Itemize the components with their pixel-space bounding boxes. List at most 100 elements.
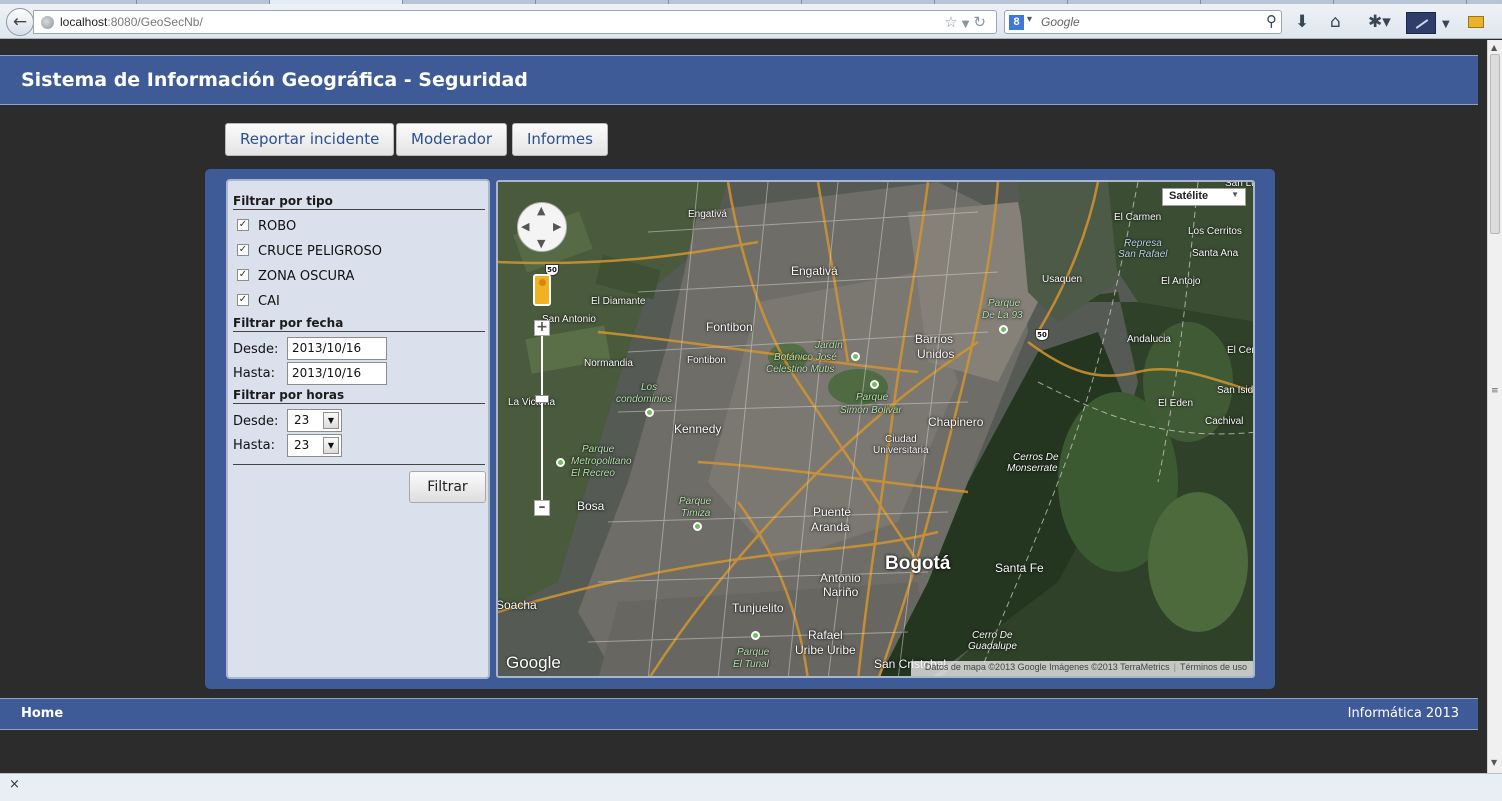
park-marker-icon[interactable] — [851, 352, 860, 361]
vertical-scrollbar[interactable]: ▲ ≡ ▼ — [1487, 40, 1502, 773]
map-label: De La 93 — [982, 310, 1023, 321]
park-marker-icon[interactable] — [556, 458, 565, 467]
park-marker-icon[interactable] — [751, 631, 760, 640]
map-type-select[interactable]: Satélite ▼ — [1162, 188, 1246, 206]
scroll-down-icon[interactable]: ▼ — [1491, 758, 1497, 767]
hours-from-select[interactable]: 23 ▼ — [287, 409, 342, 432]
street-view-pegman-icon[interactable] — [533, 274, 551, 306]
map-label: Los Cerritos — [1188, 226, 1242, 237]
map-label: Chapinero — [928, 415, 984, 429]
map-label: El Eden — [1158, 398, 1194, 409]
reports-button[interactable]: Informes — [512, 123, 608, 156]
map-label: Engativá — [688, 209, 727, 220]
hours-to-select[interactable]: 23 ▼ — [287, 434, 342, 457]
bookmarks-icon[interactable]: ✱▾ — [1368, 12, 1391, 32]
google-logo[interactable]: Google — [506, 653, 561, 673]
divider — [233, 209, 485, 210]
pan-right-icon[interactable]: ▶ — [553, 220, 561, 233]
zoom-in-button[interactable]: + — [534, 320, 550, 336]
status-bar: × — [0, 773, 1502, 801]
map-attribution: Datos de mapa ©2013 Google Imágenes ©201… — [910, 661, 1253, 676]
divider — [233, 464, 485, 465]
page: Sistema de Información Geográfica - Segu… — [0, 40, 1487, 773]
map-label: Kennedy — [674, 422, 722, 436]
map-label: Metropolitano — [571, 456, 632, 467]
browser-toolbar: ← localhost:8080/GeoSecNb/ ☆▼↻ 8 ▾ Googl… — [0, 4, 1502, 39]
checkbox[interactable]: ✓ — [237, 244, 249, 256]
page-title: Sistema de Información Geográfica - Segu… — [21, 69, 528, 91]
date-from-label: Desde: — [233, 342, 279, 357]
divider — [233, 403, 485, 404]
scrollbar-grip: ≡ — [1491, 386, 1499, 396]
map-view[interactable]: Engativá Engativá El Diamante San Antoni… — [496, 180, 1255, 678]
map-label: El Diamante — [591, 296, 646, 307]
park-marker-icon[interactable] — [870, 380, 879, 389]
footer-credit: Informática 2013 — [1347, 706, 1459, 721]
filter-button[interactable]: Filtrar — [409, 471, 486, 503]
map-label: Antonio — [820, 571, 861, 585]
reload-icon[interactable]: ↻ — [973, 13, 990, 31]
zoom-out-button[interactable]: – — [534, 500, 550, 516]
map-label: Usaquen — [1042, 274, 1083, 285]
map-label: Parque — [988, 298, 1021, 309]
map-label: Ciudad — [885, 434, 917, 445]
search-input[interactable]: 8 ▾ Google ⚲ — [1004, 10, 1282, 34]
magnifier-icon[interactable]: ⚲ — [1266, 12, 1277, 30]
moderator-button[interactable]: Moderador — [396, 123, 508, 156]
map-label: El Recreo — [571, 468, 615, 479]
pan-control[interactable]: ▲ ▼ ◀ ▶ — [517, 202, 567, 252]
download-icon[interactable]: ⬇ — [1295, 12, 1309, 32]
zoom-slider-handle[interactable] — [535, 395, 549, 403]
map-label: Uribe Uribe — [795, 643, 856, 657]
checkbox[interactable]: ✓ — [237, 219, 249, 231]
checkbox-label: CRUCE PELIGROSO — [258, 244, 383, 259]
attribution-text: Datos de mapa ©2013 Google Imágenes ©201… — [924, 662, 1170, 672]
filter-hours-title: Filtrar por horas — [233, 388, 345, 402]
date-to-field[interactable]: 2013/10/16 — [287, 362, 387, 385]
close-icon[interactable]: × — [9, 777, 20, 792]
scroll-up-icon[interactable]: ▲ — [1491, 43, 1497, 52]
checkbox[interactable]: ✓ — [237, 269, 249, 281]
park-marker-icon[interactable] — [693, 522, 702, 531]
pan-down-icon[interactable]: ▼ — [537, 237, 545, 250]
chevron-down-icon[interactable]: ▼ — [1442, 15, 1450, 35]
notes-icon[interactable] — [1468, 16, 1484, 28]
map-label: Simon Bolivar — [840, 405, 902, 416]
park-marker-icon[interactable] — [999, 325, 1008, 334]
chevron-down-icon[interactable]: ▼ — [323, 412, 339, 429]
map-label: Fontibon — [687, 355, 726, 366]
checkbox-label: CAI — [258, 294, 280, 309]
map-label: El Antojo — [1161, 276, 1201, 287]
checkbox-label: ROBO — [258, 219, 297, 234]
chevron-down-icon[interactable]: ▼ — [1231, 190, 1239, 199]
home-link[interactable]: Home — [21, 706, 63, 721]
pan-left-icon[interactable]: ◀ — [521, 220, 529, 233]
map-label: Monserrate — [1007, 463, 1058, 474]
zoom-slider-track[interactable] — [541, 336, 543, 506]
url-actions: ☆▼↻ — [944, 13, 990, 31]
google-search-icon[interactable]: 8 — [1009, 15, 1024, 30]
park-marker-icon[interactable] — [645, 408, 654, 417]
terms-link[interactable]: Términos de uso — [1180, 662, 1247, 672]
filter-date-title: Filtrar por fecha — [233, 316, 344, 330]
filter-type-title: Filtrar por tipo — [233, 194, 333, 208]
map-label: condominios — [616, 394, 673, 405]
back-arrow-icon[interactable]: ← — [6, 8, 34, 36]
star-icon[interactable]: ☆ — [944, 13, 961, 31]
map-label: El Cer — [1227, 345, 1255, 356]
chevron-down-icon[interactable]: ▼ — [323, 437, 339, 454]
map-label: Barrios — [915, 332, 954, 346]
pan-up-icon[interactable]: ▲ — [537, 204, 545, 217]
extension-icon[interactable] — [1406, 12, 1436, 34]
chevron-down-icon[interactable]: ▾ — [1027, 14, 1032, 25]
search-placeholder: Google — [1041, 15, 1080, 29]
map-label: Normandia — [584, 358, 633, 369]
date-from-field[interactable]: 2013/10/16 — [287, 337, 387, 360]
checkbox[interactable]: ✓ — [237, 294, 249, 306]
scrollbar-thumb[interactable] — [1490, 54, 1500, 234]
dropdown-icon[interactable]: ▼ — [962, 19, 974, 30]
map-label: Jardín — [815, 340, 843, 351]
address-bar[interactable]: localhost:8080/GeoSecNb/ ☆▼↻ — [33, 10, 997, 34]
report-incident-button[interactable]: Reportar incidente — [225, 123, 395, 156]
home-icon[interactable]: ⌂ — [1330, 12, 1341, 32]
